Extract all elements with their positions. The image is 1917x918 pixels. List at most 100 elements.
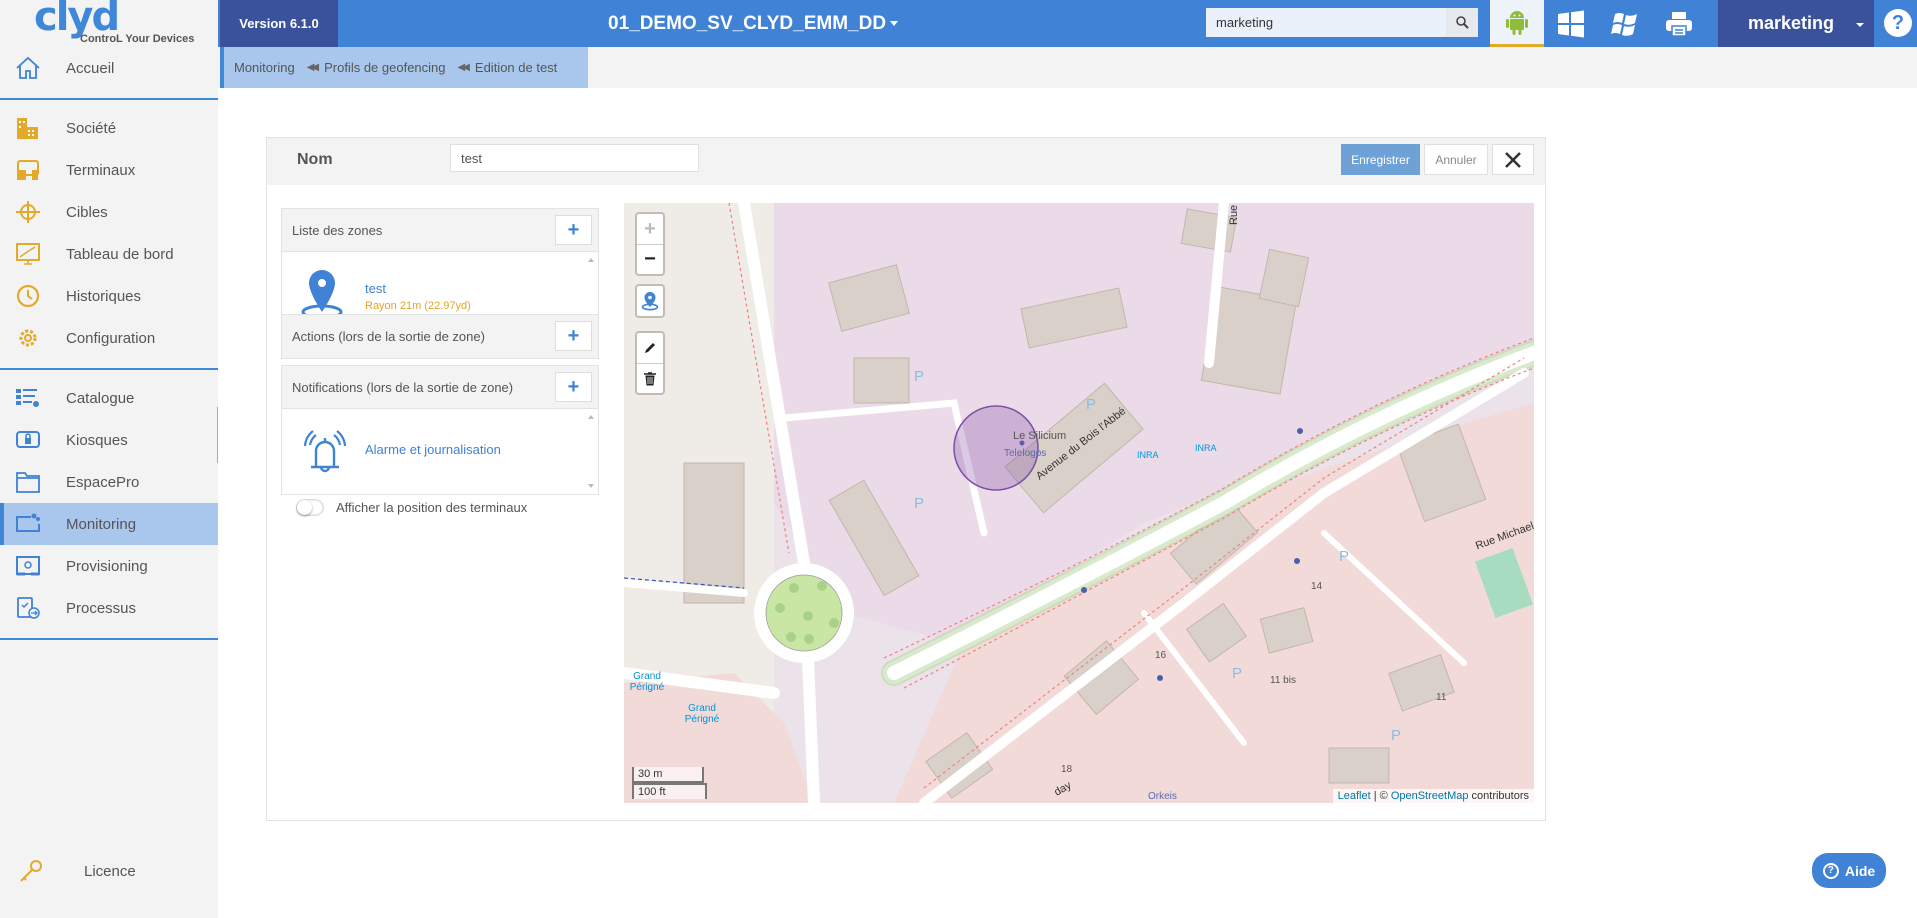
actions-panel-header: Actions (lors de la sortie de zone) + <box>282 315 598 358</box>
folder-icon <box>16 472 40 493</box>
printer-icon <box>1666 11 1692 37</box>
os-tab-printer[interactable] <box>1652 0 1706 47</box>
actions-panel: Actions (lors de la sortie de zone) + <box>281 314 599 359</box>
close-icon <box>1505 151 1521 168</box>
zone-radius: Rayon 21m (22.97yd) <box>365 300 471 312</box>
map-draw-controls <box>635 331 665 395</box>
notifications-panel-header: Notifications (lors de la sortie de zone… <box>282 366 598 409</box>
gear-icon <box>19 329 37 347</box>
sidebar-item-configuration[interactable]: Configuration <box>0 317 218 359</box>
clyd-logo[interactable]: clyd ControL Your Devices <box>34 0 194 48</box>
sidebar-item-provisioning[interactable]: Provisioning <box>0 545 218 587</box>
map-attribution: Leaflet | © OpenStreetMap contributors <box>1332 789 1534 803</box>
android-icon <box>1506 11 1528 35</box>
map-view[interactable]: Le Silicium Telelogos Avenue du Bois l'A… <box>624 203 1534 803</box>
sidebar-item-societe[interactable]: Société <box>0 107 218 149</box>
sidebar-item-tableau-de-bord[interactable]: Tableau de bord <box>0 233 218 275</box>
leaflet-link[interactable]: Leaflet <box>1338 790 1371 802</box>
sidebar-divider <box>0 98 218 100</box>
sidebar: clyd ControL Your Devices Accueil Sociét… <box>0 0 218 918</box>
map-scale: 30 m 100 ft <box>632 767 707 799</box>
sidebar-item-historiques[interactable]: Historiques <box>0 275 218 317</box>
double-chevron-left-icon: ◀◀ <box>457 62 471 73</box>
close-button[interactable] <box>1492 144 1534 175</box>
map-label-parking: P <box>914 368 925 385</box>
user-menu[interactable]: marketing <box>1718 0 1874 47</box>
search-input[interactable] <box>1206 8 1446 37</box>
breadcrumb-item-monitoring[interactable]: Monitoring <box>234 60 295 75</box>
sidebar-item-monitoring[interactable]: Monitoring <box>0 503 218 545</box>
help-button[interactable]: ? <box>1884 9 1912 37</box>
devices-icon <box>17 160 39 180</box>
key-icon <box>20 860 42 882</box>
notification-list-item[interactable]: Alarme et journalisation <box>282 409 582 494</box>
map-label-address: 18 <box>1061 764 1073 775</box>
notifications-panel: Notifications (lors de la sortie de zone… <box>281 365 599 495</box>
map-label-address: 11 bis <box>1270 675 1296 686</box>
alarm-bell-icon <box>303 430 347 473</box>
add-notification-button[interactable]: + <box>555 372 592 402</box>
search-box <box>1206 8 1478 37</box>
sidebar-item-processus[interactable]: Processus <box>0 587 218 629</box>
zoom-in-button[interactable]: + <box>637 214 663 244</box>
map-tiles <box>624 203 1534 803</box>
scale-imperial: 100 ft <box>632 783 707 799</box>
scrollbar[interactable] <box>584 409 598 494</box>
sidebar-divider <box>0 638 218 640</box>
os-tab-windows[interactable] <box>1544 0 1598 47</box>
question-circle-icon: ? <box>1822 862 1839 879</box>
map-label-parking: P <box>1086 396 1097 413</box>
map-locate-control <box>635 284 665 318</box>
breadcrumb-item-geofencing[interactable]: Profils de geofencing <box>324 60 445 75</box>
map-label-parking: P <box>1339 548 1350 565</box>
windows-icon <box>1558 10 1584 37</box>
add-action-button[interactable]: + <box>555 321 592 351</box>
cancel-button[interactable]: Annuler <box>1424 144 1488 175</box>
kiosk-lock-icon <box>16 431 40 448</box>
map-label-address: 16 <box>1155 650 1167 661</box>
name-input[interactable] <box>450 144 699 172</box>
sidebar-item-licence[interactable]: Licence <box>0 850 218 892</box>
sidebar-item-accueil[interactable]: Accueil <box>0 47 218 89</box>
zoom-out-button[interactable]: − <box>637 244 663 274</box>
scale-metric: 30 m <box>632 767 704 783</box>
tenant-selector[interactable]: 01_DEMO_SV_CLYD_EMM_DD <box>608 0 899 47</box>
target-icon <box>16 201 40 223</box>
double-chevron-left-icon: ◀◀ <box>306 62 320 73</box>
sidebar-item-cibles[interactable]: Cibles <box>0 191 218 233</box>
search-button[interactable] <box>1446 8 1478 37</box>
map-label-parking: P <box>1232 665 1243 682</box>
map-pin-icon <box>641 292 659 311</box>
map-label-street: Rue F <box>1228 203 1240 225</box>
chevron-down-icon <box>890 21 899 26</box>
show-terminals-toggle-row: Afficher la position des terminaux <box>296 499 527 516</box>
edit-zone-button[interactable] <box>637 333 663 363</box>
map-label-address: 14 <box>1311 581 1323 592</box>
sidebar-item-terminaux[interactable]: Terminaux <box>0 149 218 191</box>
sidebar-item-kiosques[interactable]: Kiosques <box>0 419 218 461</box>
save-button[interactable]: Enregistrer <box>1341 144 1420 175</box>
home-icon <box>16 56 40 79</box>
top-bar: Version 6.1.0 01_DEMO_SV_CLYD_EMM_DD mar… <box>218 0 1917 47</box>
map-pin-icon <box>301 270 343 320</box>
breadcrumb-item-edition: Edition de test <box>474 60 558 75</box>
map-label-company: Orkeis <box>1148 791 1177 802</box>
map-building <box>683 462 745 604</box>
monitoring-icon <box>16 513 40 532</box>
os-tab-windows-legacy[interactable] <box>1598 0 1652 47</box>
sidebar-item-catalogue[interactable]: Catalogue <box>0 377 218 419</box>
sidebar-item-espacepro[interactable]: EspacePro <box>0 461 218 503</box>
notification-name[interactable]: Alarme et journalisation <box>365 442 501 457</box>
map-building <box>1328 747 1390 784</box>
add-zone-button[interactable]: + <box>555 215 592 245</box>
map-label-parking: P <box>914 495 925 512</box>
process-icon <box>17 597 40 619</box>
zone-name[interactable]: test <box>365 281 386 296</box>
help-aide-button[interactable]: ? Aide <box>1812 853 1886 888</box>
map-label-poi: Le Silicium <box>1013 430 1067 442</box>
locate-button[interactable] <box>637 286 663 316</box>
delete-zone-button[interactable] <box>637 363 663 393</box>
show-terminals-toggle[interactable] <box>296 499 324 516</box>
os-tab-android[interactable] <box>1490 0 1544 47</box>
osm-link[interactable]: OpenStreetMap <box>1391 790 1469 802</box>
